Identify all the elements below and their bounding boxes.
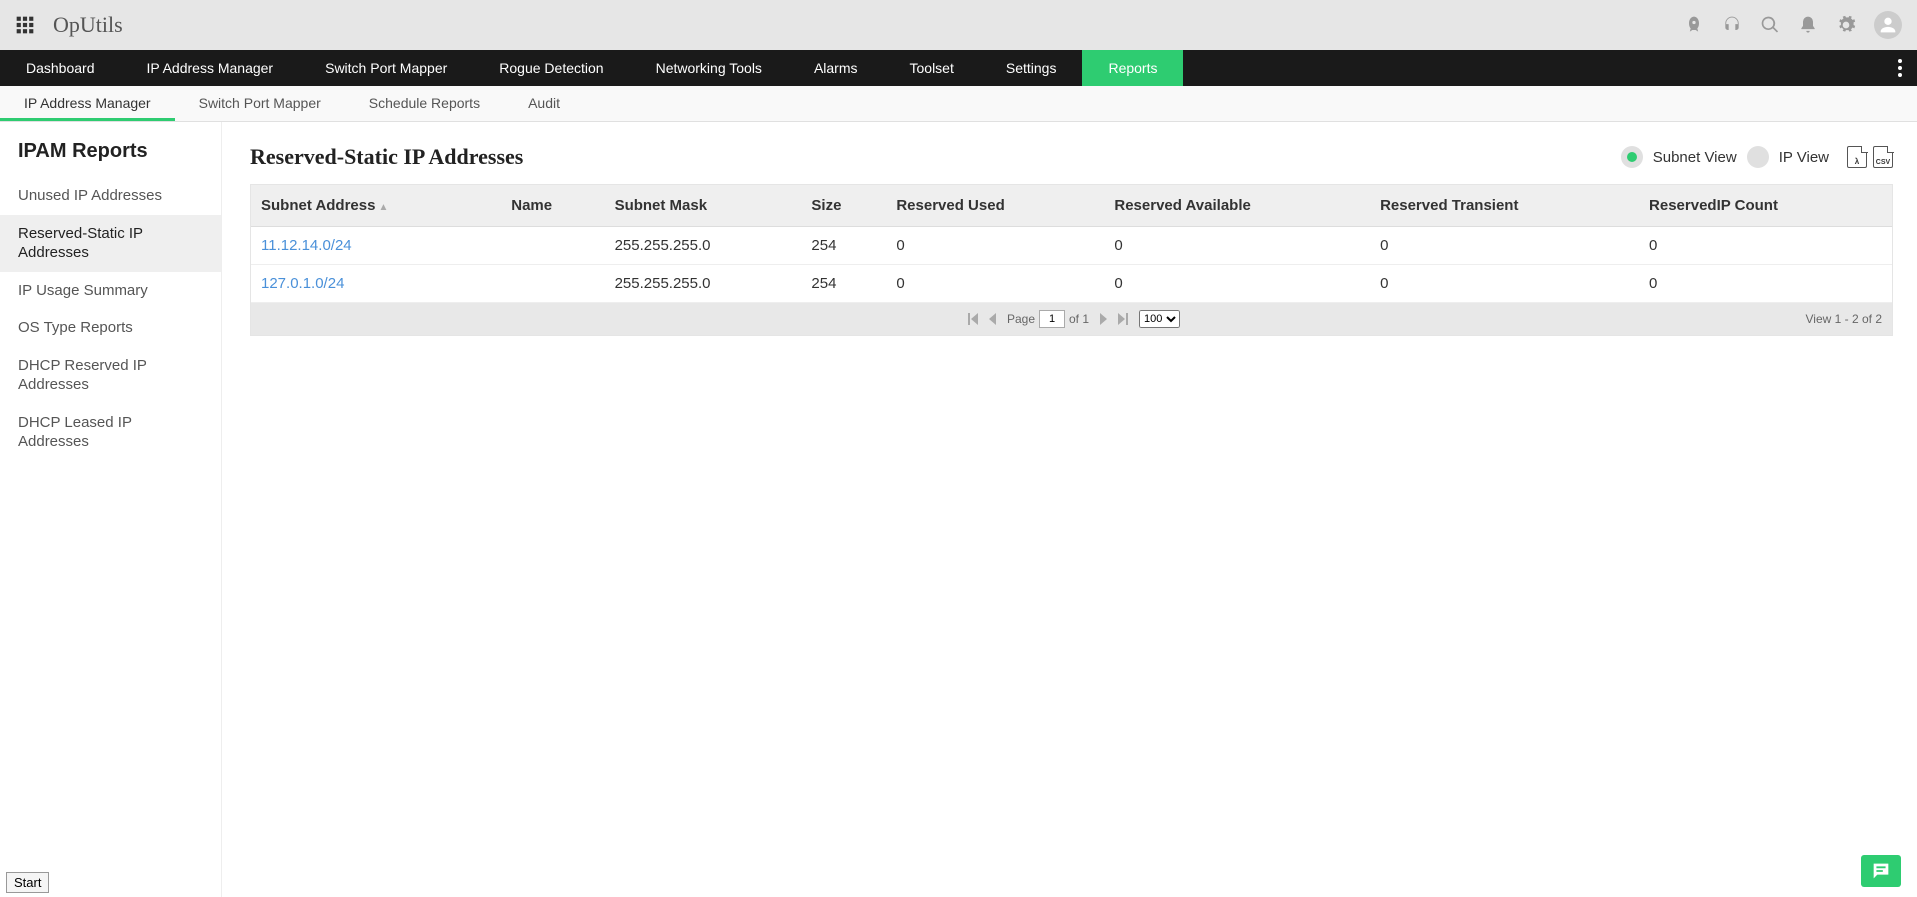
sidebar-item-dhcp-reserved[interactable]: DHCP Reserved IP Addresses: [0, 347, 221, 404]
pager-view-info: View 1 - 2 of 2: [1806, 312, 1883, 326]
export-pdf-icon[interactable]: λ: [1847, 146, 1867, 168]
start-button[interactable]: Start: [6, 872, 49, 893]
apps-grid-icon[interactable]: [15, 15, 35, 35]
col-reserved-available[interactable]: Reserved Available: [1104, 185, 1370, 227]
table-row: 127.0.1.0/24 255.255.255.0 254 0 0 0 0: [251, 265, 1892, 303]
headset-icon[interactable]: [1722, 15, 1742, 35]
subnet-view-radio[interactable]: [1621, 146, 1643, 168]
search-icon[interactable]: [1760, 15, 1780, 35]
pager-last-icon[interactable]: [1115, 311, 1131, 327]
page-header: Reserved-Static IP Addresses Subnet View…: [250, 144, 1893, 170]
pager-of-label: of 1: [1069, 312, 1089, 326]
main-content: Reserved-Static IP Addresses Subnet View…: [222, 122, 1917, 897]
pager: Page of 1 100 View 1 - 2 of 2: [251, 303, 1892, 335]
main-nav: Dashboard IP Address Manager Switch Port…: [0, 50, 1917, 86]
col-subnet-mask[interactable]: Subnet Mask: [605, 185, 802, 227]
cell-trans: 0: [1370, 227, 1639, 265]
pager-next-icon[interactable]: [1095, 311, 1111, 327]
gear-icon[interactable]: [1836, 15, 1856, 35]
cell-avail: 0: [1104, 265, 1370, 303]
cell-name: [501, 265, 604, 303]
pager-page-label: Page: [1007, 312, 1035, 326]
nav-rogue-detection[interactable]: Rogue Detection: [473, 50, 629, 86]
nav-switch-port-mapper[interactable]: Switch Port Mapper: [299, 50, 473, 86]
sidebar-item-os-type[interactable]: OS Type Reports: [0, 309, 221, 347]
sidebar-item-unused-ip[interactable]: Unused IP Addresses: [0, 177, 221, 215]
pager-size-select[interactable]: 100: [1139, 310, 1180, 328]
col-subnet-address[interactable]: Subnet Address▲: [251, 185, 501, 227]
nav-ip-address-manager[interactable]: IP Address Manager: [121, 50, 300, 86]
sidebar-item-reserved-static[interactable]: Reserved-Static IP Addresses: [0, 215, 221, 272]
cell-mask: 255.255.255.0: [605, 227, 802, 265]
data-table: Subnet Address▲ Name Subnet Mask Size Re…: [250, 184, 1893, 336]
table-header-row: Subnet Address▲ Name Subnet Mask Size Re…: [251, 185, 1892, 227]
cell-trans: 0: [1370, 265, 1639, 303]
export-csv-icon[interactable]: CSV: [1873, 146, 1893, 168]
top-header: OpUtils: [0, 0, 1917, 50]
nav-networking-tools[interactable]: Networking Tools: [630, 50, 788, 86]
ip-view-radio[interactable]: [1747, 146, 1769, 168]
cell-count: 0: [1639, 227, 1892, 265]
pager-page-input[interactable]: [1039, 310, 1065, 328]
subnav-schedule-reports[interactable]: Schedule Reports: [345, 85, 504, 121]
subnav-ip-address-manager[interactable]: IP Address Manager: [0, 85, 175, 121]
cell-mask: 255.255.255.0: [605, 265, 802, 303]
header-actions: [1684, 11, 1902, 39]
col-reserved-used[interactable]: Reserved Used: [886, 185, 1104, 227]
ip-view-label: IP View: [1779, 149, 1829, 166]
view-toggle: Subnet View IP View λ CSV: [1621, 146, 1893, 168]
cell-used: 0: [886, 227, 1104, 265]
sort-asc-icon: ▲: [378, 202, 388, 213]
subnav-switch-port-mapper[interactable]: Switch Port Mapper: [175, 85, 345, 121]
cell-used: 0: [886, 265, 1104, 303]
cell-name: [501, 227, 604, 265]
cell-size: 254: [801, 265, 886, 303]
app-title: OpUtils: [53, 12, 123, 38]
nav-more-icon[interactable]: [1883, 50, 1917, 86]
nav-dashboard[interactable]: Dashboard: [0, 50, 121, 86]
sidebar-item-dhcp-leased[interactable]: DHCP Leased IP Addresses: [0, 404, 221, 461]
col-subnet-address-label: Subnet Address: [261, 197, 375, 214]
chat-button[interactable]: [1861, 855, 1901, 887]
nav-settings[interactable]: Settings: [980, 50, 1083, 86]
col-reserved-transient[interactable]: Reserved Transient: [1370, 185, 1639, 227]
user-avatar[interactable]: [1874, 11, 1902, 39]
pager-first-icon[interactable]: [965, 311, 981, 327]
col-size[interactable]: Size: [801, 185, 886, 227]
cell-count: 0: [1639, 265, 1892, 303]
page-title: Reserved-Static IP Addresses: [250, 144, 523, 170]
rocket-icon[interactable]: [1684, 15, 1704, 35]
col-reservedip-count[interactable]: ReservedIP Count: [1639, 185, 1892, 227]
sub-nav: IP Address Manager Switch Port Mapper Sc…: [0, 86, 1917, 122]
cell-size: 254: [801, 227, 886, 265]
sidebar-title: IPAM Reports: [0, 140, 221, 177]
col-name[interactable]: Name: [501, 185, 604, 227]
nav-alarms[interactable]: Alarms: [788, 50, 884, 86]
bell-icon[interactable]: [1798, 15, 1818, 35]
cell-avail: 0: [1104, 227, 1370, 265]
sidebar: IPAM Reports Unused IP Addresses Reserve…: [0, 122, 222, 897]
subnet-link[interactable]: 11.12.14.0/24: [261, 237, 352, 254]
nav-toolset[interactable]: Toolset: [884, 50, 980, 86]
subnet-link[interactable]: 127.0.1.0/24: [261, 275, 344, 292]
subnet-view-label: Subnet View: [1653, 149, 1737, 166]
nav-reports[interactable]: Reports: [1082, 50, 1183, 86]
pager-prev-icon[interactable]: [985, 311, 1001, 327]
table-row: 11.12.14.0/24 255.255.255.0 254 0 0 0 0: [251, 227, 1892, 265]
layout: IPAM Reports Unused IP Addresses Reserve…: [0, 122, 1917, 897]
subnav-audit[interactable]: Audit: [504, 85, 584, 121]
sidebar-item-ip-usage[interactable]: IP Usage Summary: [0, 272, 221, 310]
